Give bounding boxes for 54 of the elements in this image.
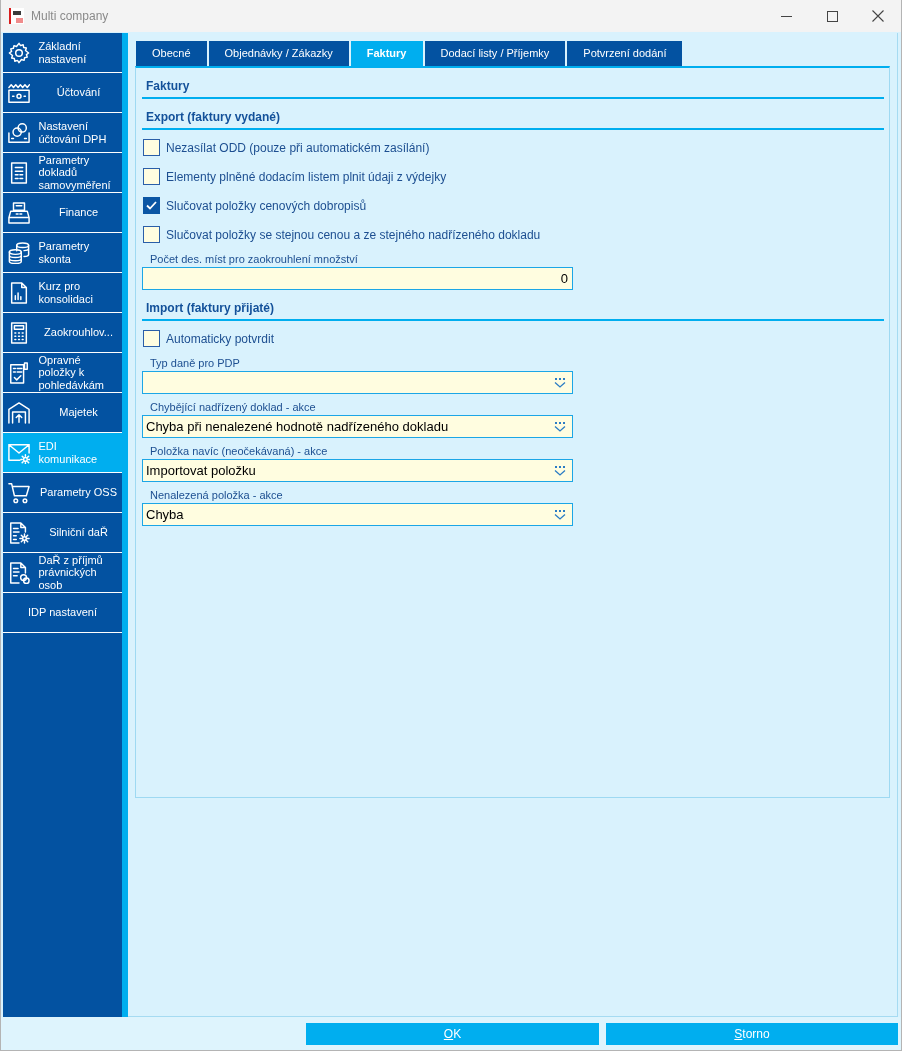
dropdown[interactable] [142, 371, 573, 394]
checkbox[interactable] [143, 330, 160, 347]
coin-stack-icon [8, 241, 30, 264]
checkmark-icon [146, 201, 157, 210]
document-check-icon [8, 361, 30, 384]
checkbox-label: Elementy plněné dodacím listem plnit údaji z výdejky [166, 168, 447, 186]
sidebar-item[interactable]: Opravné položky k pohledávkám [3, 353, 122, 393]
close-icon [872, 10, 884, 22]
section-heading: Import (faktury přijaté) [145, 300, 275, 317]
calculator-icon [8, 321, 30, 344]
dropdown-chevron-icon [554, 377, 566, 388]
cash-register-icon [8, 201, 30, 224]
dropdown-chevron-icon [554, 421, 566, 432]
tab[interactable]: Obecné [136, 41, 207, 66]
sidebar-item[interactable]: Parametry dokladů samovyměření [3, 153, 122, 193]
field-label: Nenalezená položka - akce [150, 488, 283, 502]
dropdown-chevron-icon [554, 465, 566, 476]
gear-icon [8, 41, 30, 64]
checkbox[interactable] [143, 139, 160, 156]
dropdown[interactable]: Importovat položku [142, 459, 573, 482]
field-label: Počet des. míst pro zaokrouhlení množství [150, 252, 358, 266]
warehouse-arrow-icon [8, 401, 30, 424]
tab[interactable]: Potvrzení dodání [567, 41, 683, 66]
section-heading: Export (faktury vydané) [145, 109, 282, 126]
minimize-icon [780, 15, 792, 17]
field-label: Chybějící nadřízený doklad - akce [150, 400, 316, 414]
checkbox[interactable] [143, 168, 160, 185]
cart-icon [8, 481, 30, 504]
app-logo-icon [9, 8, 24, 24]
section-heading: Faktury [145, 78, 191, 95]
document-chart-icon [8, 281, 30, 304]
tab[interactable]: Dodací listy / Příjemky [424, 41, 566, 66]
document-lines-icon [8, 161, 30, 184]
dropdown-chevron-icon [554, 509, 566, 520]
document-coins-icon [8, 561, 30, 584]
window-title: Multi company [31, 8, 109, 25]
checkbox[interactable] [143, 197, 160, 214]
field-label: Typ daně pro PDP [150, 356, 240, 370]
banknote-icon [8, 81, 30, 104]
envelope-gear-icon [8, 441, 30, 464]
dropdown[interactable]: Chyba [142, 503, 573, 526]
tab[interactable]: Objednávky / Zákazky [208, 41, 349, 66]
coins-tray-icon [8, 121, 30, 144]
checkbox[interactable] [143, 226, 160, 243]
number-field[interactable]: 0 [142, 267, 573, 290]
field-label: Položka navíc (neočekávaná) - akce [150, 444, 328, 458]
document-gear-icon [8, 521, 30, 544]
checkbox-label: Automaticky potvrdit [166, 330, 275, 348]
checkbox-label: Slučovat položky cenových dobropisů [166, 197, 367, 215]
dropdown[interactable]: Chyba při nenalezené hodnotě nadřízeného dokladu [142, 415, 573, 438]
checkbox-label: Slučovat položky se stejnou cenou a ze stejného nadřízeného dokladu [166, 226, 541, 244]
sidebar-item[interactable]: DaŘ z příjmů právnických osob [3, 553, 122, 593]
checkbox-label: Nezasílat ODD (pouze při automatickém zasílání) [166, 139, 430, 157]
maximize-icon [826, 10, 838, 22]
